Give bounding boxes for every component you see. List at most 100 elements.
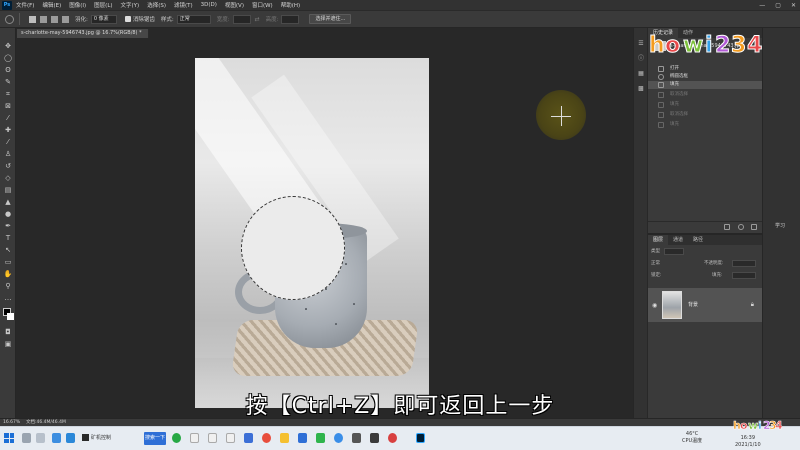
menu-image[interactable]: 图像(I) — [65, 1, 90, 9]
menu-type[interactable]: 文字(Y) — [117, 1, 144, 9]
visibility-eye-icon[interactable]: ◉ — [652, 302, 657, 309]
tab-layers[interactable]: 图层 — [648, 235, 669, 245]
elliptical-selection-fill[interactable] — [241, 196, 345, 300]
history-step-fill[interactable]: 填充 — [648, 81, 762, 89]
dodge-tool-icon[interactable]: ● — [3, 210, 13, 218]
intersect-selection-icon[interactable] — [62, 15, 69, 23]
opacity-input[interactable] — [732, 260, 756, 267]
tab-paths[interactable]: 路径 — [688, 235, 708, 245]
trash-icon[interactable] — [751, 224, 757, 230]
height-input[interactable] — [281, 14, 300, 24]
crop-tool-icon[interactable]: ⌗ — [3, 90, 13, 98]
menu-select[interactable]: 选择(S) — [143, 1, 170, 9]
screen-mode-icon[interactable]: ▣ — [3, 340, 13, 348]
shape-tool-icon[interactable]: ▭ — [3, 258, 13, 266]
word-icon[interactable] — [244, 433, 253, 443]
chrome-icon[interactable] — [262, 433, 271, 443]
app-icon[interactable] — [352, 433, 361, 443]
new-selection-icon[interactable] — [29, 15, 36, 23]
type-tool-icon[interactable]: T — [3, 234, 13, 242]
properties-panel-icon[interactable]: ▦ — [637, 70, 645, 78]
background-color-icon[interactable] — [7, 313, 14, 320]
gradient-tool-icon[interactable]: ▤ — [3, 186, 13, 194]
path-select-icon[interactable]: ↖ — [3, 246, 13, 254]
snapshot-camera-icon[interactable] — [738, 224, 744, 230]
record-icon[interactable] — [388, 433, 397, 443]
menu-layer[interactable]: 图层(L) — [90, 1, 116, 9]
move-tool-icon[interactable]: ✥ — [3, 42, 13, 50]
zoom-tool-icon[interactable]: ⚲ — [3, 282, 13, 290]
taskbar-app-miner[interactable]: 矿机控制 — [82, 431, 111, 446]
pen-tool-icon[interactable]: ✒ — [3, 222, 13, 230]
document-tab[interactable]: s-charlotte-may-5946743.jpg @ 16.7%(RGB/… — [17, 29, 149, 38]
fill-input[interactable] — [732, 272, 756, 279]
menu-3d[interactable]: 3D(D) — [197, 2, 221, 8]
subtract-selection-icon[interactable] — [51, 15, 58, 23]
learn-label[interactable]: 学习 — [775, 222, 785, 229]
swap-icon[interactable]: ⇄ — [255, 16, 260, 23]
windows-start-icon[interactable] — [4, 433, 14, 443]
swatches-panel-icon[interactable]: ▩ — [637, 85, 645, 93]
file-icon[interactable] — [190, 433, 199, 443]
browser-icon[interactable] — [66, 433, 75, 443]
brush-tool-icon[interactable]: ⁄ — [3, 138, 13, 146]
wechat-icon[interactable] — [172, 433, 181, 443]
history-panel-icon[interactable]: ☰ — [637, 40, 645, 48]
edge-browser-icon[interactable] — [52, 433, 61, 443]
history-step-fill[interactable]: 填充 — [648, 121, 762, 129]
menu-help[interactable]: 帮助(H) — [277, 1, 304, 9]
new-document-from-state-icon[interactable] — [724, 224, 730, 230]
search-icon[interactable] — [22, 433, 31, 443]
history-step-fill[interactable]: 填充 — [648, 101, 762, 109]
layer-row-background[interactable]: ◉ 背景 🔒︎ — [648, 288, 762, 322]
blur-tool-icon[interactable]: ▲ — [3, 198, 13, 206]
clone-stamp-icon[interactable]: ♙ — [3, 150, 13, 158]
hand-tool-icon[interactable]: ✋ — [3, 270, 13, 278]
history-step-ellipse[interactable]: 椭圆选框 — [648, 73, 762, 81]
maximize-icon[interactable]: ▢ — [775, 2, 781, 9]
menu-filter[interactable]: 滤镜(T) — [170, 1, 197, 9]
frame-tool-icon[interactable]: ⊠ — [3, 102, 13, 110]
history-brush-icon[interactable]: ↺ — [3, 162, 13, 170]
width-input[interactable] — [232, 14, 251, 24]
elliptical-marquee-icon[interactable] — [5, 14, 14, 24]
history-step-deselect[interactable]: 取消选择 — [648, 111, 762, 119]
menu-view[interactable]: 视图(V) — [221, 1, 248, 9]
quick-mask-icon[interactable]: ◘ — [3, 328, 13, 336]
taskbar-search-button[interactable]: 搜索一下 — [144, 432, 166, 445]
task-view-icon[interactable] — [36, 433, 45, 443]
file-icon[interactable] — [208, 433, 217, 443]
marquee-tool-icon[interactable]: ◯ — [3, 54, 13, 62]
app-icon[interactable] — [298, 433, 307, 443]
eraser-tool-icon[interactable]: ◇ — [3, 174, 13, 182]
menu-edit[interactable]: 编辑(E) — [38, 1, 65, 9]
menu-window[interactable]: 窗口(W) — [248, 1, 277, 9]
system-clock[interactable]: 16:39 2021/1/10 — [735, 435, 761, 449]
close-icon[interactable]: ✕ — [791, 2, 796, 9]
history-step-deselect[interactable]: 取消选择 — [648, 91, 762, 99]
info-panel-icon[interactable]: ⓘ — [637, 55, 645, 63]
app-icon[interactable] — [316, 433, 325, 443]
add-selection-icon[interactable] — [40, 15, 47, 23]
history-step-open[interactable]: 打开 — [648, 65, 762, 73]
antialias-checkbox[interactable] — [124, 16, 131, 22]
style-select[interactable]: 正常 — [176, 14, 211, 24]
feather-input[interactable]: 0 像素 — [90, 14, 117, 24]
lock-icon[interactable]: 🔒︎ — [751, 301, 754, 309]
app-icon[interactable] — [370, 433, 379, 443]
edit-toolbar-icon[interactable]: … — [3, 294, 13, 302]
layer-kind-filter[interactable]: 类型 — [651, 248, 660, 256]
lasso-tool-icon[interactable]: ʘ — [3, 66, 13, 74]
photoshop-taskbar-icon[interactable] — [416, 433, 425, 443]
minimize-icon[interactable]: — — [759, 2, 765, 9]
menu-file[interactable]: 文件(F) — [12, 1, 38, 9]
file-icon[interactable] — [226, 433, 235, 443]
eyedropper-tool-icon[interactable]: ⁄ — [3, 114, 13, 122]
quick-select-tool-icon[interactable]: ✎ — [3, 78, 13, 86]
folder-icon[interactable] — [280, 433, 289, 443]
tab-channels[interactable]: 通道 — [668, 235, 688, 245]
select-and-mask-button[interactable]: 选择并遮住... — [309, 14, 352, 24]
app-icon[interactable] — [334, 433, 343, 443]
healing-brush-icon[interactable]: ✚ — [3, 126, 13, 134]
blend-mode-select[interactable]: 正常 — [651, 260, 660, 268]
